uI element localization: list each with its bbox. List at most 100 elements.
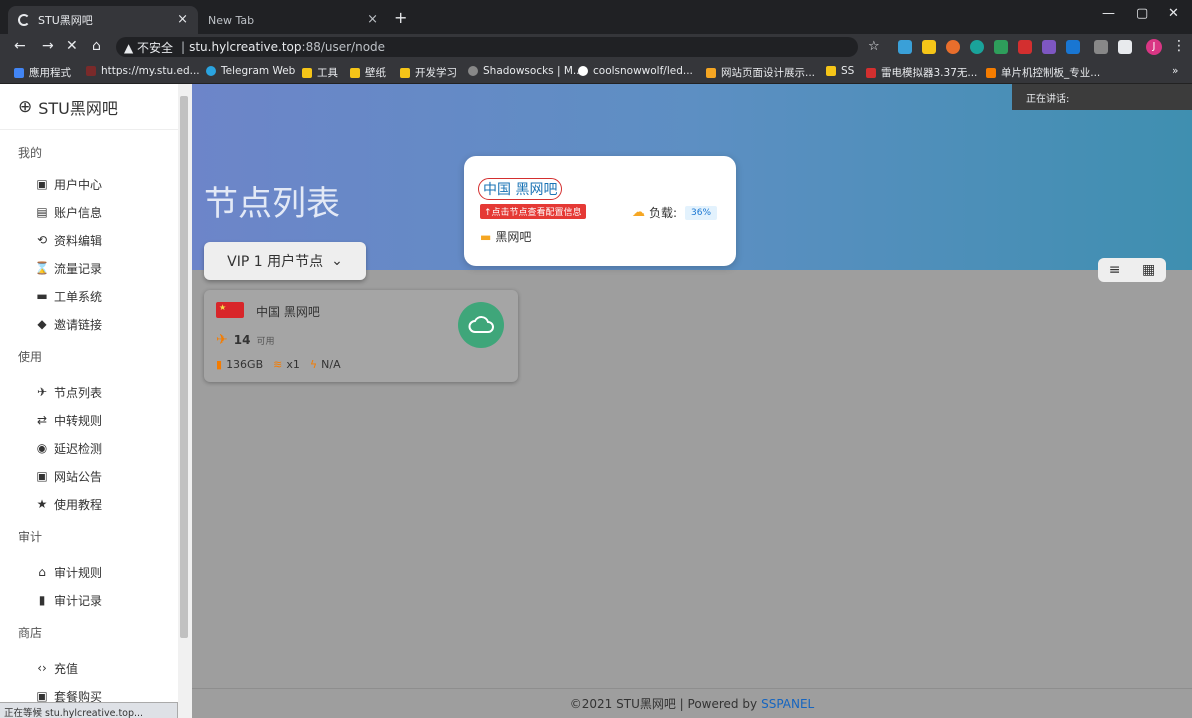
puzzle-extensions-icon[interactable]: [1118, 40, 1132, 54]
node-name: 中国 黑网吧: [256, 305, 320, 319]
forward-button[interactable]: →: [42, 38, 54, 54]
sidebar-item-node-list[interactable]: ✈ 节点列表: [0, 378, 178, 406]
cloud-icon[interactable]: [458, 302, 504, 348]
bank-icon: ⌂: [38, 565, 46, 579]
list-view-icon[interactable]: ≡: [1109, 262, 1121, 278]
site-icon: [468, 66, 478, 76]
scrollbar-thumb[interactable]: [180, 96, 188, 638]
sidebar-item-user-center[interactable]: ▣ 用户中心: [0, 170, 178, 198]
brand[interactable]: ⊕ STU黑网吧: [0, 84, 178, 130]
sidebar-item-latency[interactable]: ◉ 延迟检测: [0, 434, 178, 462]
bookmark-item[interactable]: 网站页面设计展示...: [706, 65, 815, 80]
minimize-button[interactable]: —: [1102, 6, 1115, 21]
github-icon: [578, 66, 588, 76]
sidebar-item-tutorial[interactable]: ★ 使用教程: [0, 490, 178, 518]
home-button[interactable]: ⌂: [92, 38, 101, 54]
brand-name: STU黑网吧: [38, 98, 118, 118]
bookmark-folder[interactable]: 开发学习: [400, 65, 457, 80]
url-path: :88/user/node: [301, 40, 386, 54]
bookmark-folder[interactable]: 工具: [302, 65, 338, 80]
tab-title: STU黑网吧: [38, 14, 93, 27]
tab-new-tab[interactable]: New Tab ×: [198, 6, 388, 34]
address-bar[interactable]: ▲ 不安全 | stu.hylcreative.top :88/user/nod…: [116, 37, 858, 57]
takeoff-icon: ✈: [216, 332, 228, 348]
sidebar-item-relay-rules[interactable]: ⇄ 中转规则: [0, 406, 178, 434]
bookmark-item[interactable]: coolsnowwolf/led...: [578, 65, 693, 77]
toolbar: ← → ✕ ⌂ ▲ 不安全 | stu.hylcreative.top :88/…: [0, 34, 1192, 60]
bookmark-item[interactable]: 應用程式: [14, 65, 71, 80]
url-separator: |: [181, 40, 186, 54]
extension-icon[interactable]: [946, 40, 960, 54]
adblock-plus-icon[interactable]: [1018, 40, 1032, 54]
sspanel-link[interactable]: SSPANEL: [761, 697, 814, 711]
traffic-value: 136GB: [226, 358, 264, 371]
tab-stu[interactable]: STU黑网吧 ×: [8, 6, 198, 34]
announcement-icon: ▣: [36, 469, 48, 483]
bookmark-item[interactable]: Shadowsocks | M...: [468, 65, 583, 77]
grid-view-icon[interactable]: ▦: [1142, 262, 1155, 278]
speed-value: N/A: [321, 358, 341, 371]
tab-close-button[interactable]: ×: [177, 12, 188, 27]
sidebar-scrollbar[interactable]: [178, 84, 192, 718]
sidebar-item-account-info[interactable]: ▤ 账户信息: [0, 198, 178, 226]
new-tab-button[interactable]: +: [394, 8, 407, 27]
account-icon: ▤: [36, 205, 48, 219]
folder-icon: [302, 67, 312, 78]
load-value: 36%: [685, 205, 718, 220]
node-description: ▬ 黑网吧: [480, 229, 532, 245]
extension-icon[interactable]: [898, 40, 912, 54]
bookmark-item[interactable]: Telegram Web: [206, 65, 295, 77]
section-title: 使用: [18, 350, 43, 364]
node-card[interactable]: ★ 中国 黑网吧 ✈ 14 可用 ▮ 136GB ≋ x1 ϟ N/A: [204, 290, 518, 382]
sidebar: ⊕ STU黑网吧 我的 ▣ 用户中心 ▤ 账户信息 ⟲ 资料编辑 ⌛ 流量记录 ▬ 工单系…: [0, 84, 178, 718]
page-title: 节点列表: [204, 184, 340, 224]
not-secure-indicator[interactable]: ▲ 不安全: [124, 39, 173, 56]
sidebar-item-traffic-log[interactable]: ⌛ 流量记录: [0, 254, 178, 282]
extension-icon[interactable]: [970, 40, 984, 54]
sidebar-item-audit-log[interactable]: ▮ 审计记录: [0, 586, 178, 614]
sidebar-item-profile-edit[interactable]: ⟲ 资料编辑: [0, 226, 178, 254]
extension-icon[interactable]: [994, 40, 1008, 54]
message-icon: ▬: [480, 229, 492, 244]
bookmarks-bar: 應用程式 https://my.stu.ed... Telegram Web 工…: [0, 60, 1192, 84]
extension-icon[interactable]: [1042, 40, 1056, 54]
node-detail-popup[interactable]: 中国 黑网吧 ↑点击节点查看配置信息 ☁ 负载: 36% ▬ 黑网吧: [464, 156, 736, 266]
extension-icon[interactable]: [922, 40, 936, 54]
sidebar-item-invite[interactable]: ◆ 邀请链接: [0, 310, 178, 338]
section-title: 我的: [18, 146, 43, 160]
close-window-button[interactable]: ✕: [1168, 6, 1179, 21]
status-bar: 正在等候 stu.hylcreative.top...: [0, 702, 178, 718]
popup-node-name[interactable]: 中国 黑网吧: [478, 178, 563, 200]
stop-button[interactable]: ✕: [66, 38, 78, 54]
site-icon: [866, 67, 876, 78]
star-icon: ★: [36, 497, 48, 511]
site-icon: [706, 67, 716, 78]
back-button[interactable]: ←: [14, 38, 26, 54]
bookmark-item[interactable]: 雷电模拟器3.37无...: [866, 65, 977, 80]
bookmark-item[interactable]: https://my.stu.ed...: [86, 65, 200, 77]
bookmark-folder[interactable]: 壁纸: [350, 65, 386, 80]
bolt-icon: ϟ: [309, 358, 318, 371]
bookmark-star-icon[interactable]: ☆: [868, 39, 880, 54]
eye-icon: ◉: [36, 441, 48, 455]
sidebar-item-recharge[interactable]: ‹› 充值: [0, 654, 178, 682]
extension-icon[interactable]: [1066, 40, 1080, 54]
sidebar-item-announcements[interactable]: ▣ 网站公告: [0, 462, 178, 490]
profile-avatar[interactable]: J: [1146, 39, 1162, 55]
globe-icon: ⊕: [18, 96, 33, 117]
restore-button[interactable]: ▢: [1136, 6, 1148, 21]
sidebar-item-audit-rules[interactable]: ⌂ 审计规则: [0, 558, 178, 586]
hourglass-icon: ⌛: [34, 261, 50, 275]
bookmark-item[interactable]: 单片机控制板_专业...: [986, 65, 1100, 80]
alert-icon: ▮: [38, 593, 46, 607]
node-group-dropdown[interactable]: VIP 1 用户节点 ⌄: [204, 242, 366, 280]
browser-menu-button[interactable]: ⋮: [1172, 38, 1186, 54]
bookmarks-overflow-button[interactable]: »: [1172, 65, 1178, 77]
telegram-icon: [206, 66, 216, 76]
sidebar-item-tickets[interactable]: ▬ 工单系统: [0, 282, 178, 310]
tab-close-button[interactable]: ×: [367, 12, 378, 27]
cloud-icon: ☁: [632, 205, 645, 220]
dashboard-icon: ▣: [36, 177, 48, 191]
extension-icon[interactable]: [1094, 40, 1108, 54]
bookmark-folder[interactable]: SS: [826, 65, 854, 77]
